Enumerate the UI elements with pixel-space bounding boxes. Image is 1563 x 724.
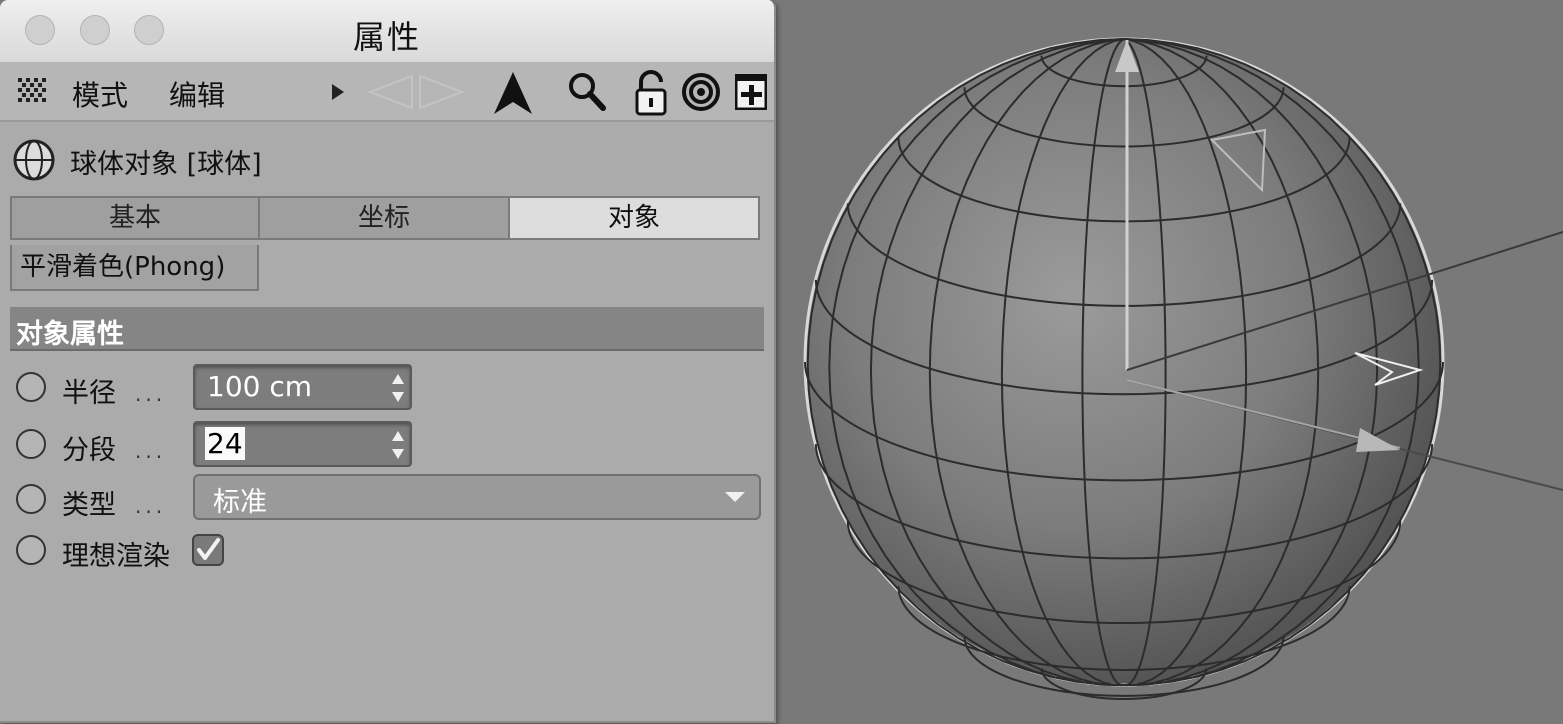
radius-label: 半径 [62, 378, 116, 409]
window-titlebar[interactable]: 属性 [0, 0, 774, 63]
segments-value: 24 [205, 427, 245, 460]
menu-mode[interactable]: 模式 [72, 74, 128, 114]
cursor-arrow-icon[interactable] [494, 72, 532, 114]
segments-animate-radio[interactable] [16, 429, 46, 459]
type-label: 类型 [62, 490, 116, 521]
target-icon[interactable] [681, 72, 721, 112]
triangle-right-icon[interactable] [332, 84, 344, 100]
sphere-object-icon [13, 139, 55, 181]
attributes-menubar: 模式 编辑 [0, 62, 774, 122]
segments-dots: ... [135, 439, 167, 463]
render-perfect-animate-radio[interactable] [16, 535, 46, 565]
section-title: 对象属性 [16, 319, 124, 350]
lock-open-icon[interactable] [633, 70, 671, 116]
tab-coordinates[interactable]: 坐标 [258, 196, 510, 240]
radius-stepper-icon[interactable] [392, 374, 404, 402]
grip-icon[interactable] [18, 78, 48, 104]
segments-input[interactable]: 24 [193, 421, 412, 467]
type-select[interactable]: 标准 [193, 474, 761, 520]
object-title: 球体对象 [球体] [70, 149, 262, 180]
nav-arrows-icon[interactable] [368, 74, 464, 110]
segments-label: 分段 [62, 435, 116, 466]
attributes-panel: 属性 模式 编辑 球体对象 [球体] 基本 坐标 对象 平滑着色(Phong) … [0, 0, 776, 723]
tab-basic[interactable]: 基本 [10, 196, 260, 240]
segments-stepper-icon[interactable] [392, 431, 404, 459]
type-dots: ... [135, 494, 167, 518]
checkmark-icon [197, 538, 220, 560]
type-row: 类型 ... 标准 [0, 472, 774, 522]
radius-animate-radio[interactable] [16, 372, 46, 402]
search-icon[interactable] [568, 72, 606, 112]
type-animate-radio[interactable] [16, 484, 46, 514]
tab-phong-shading[interactable]: 平滑着色(Phong) [10, 245, 259, 291]
object-properties-header: 对象属性 [10, 307, 764, 351]
chevron-down-icon [725, 492, 745, 502]
render-perfect-row: 理想渲染 [0, 524, 774, 574]
new-panel-icon[interactable] [735, 74, 767, 110]
segments-row: 分段 ... 24 [0, 419, 774, 469]
window-title: 属性 [352, 18, 421, 56]
radius-dots: ... [135, 382, 167, 406]
sphere-object[interactable] [803, 37, 1445, 700]
radius-input[interactable]: 100 cm [193, 364, 412, 410]
radius-value: 100 cm [207, 370, 313, 403]
render-perfect-label: 理想渲染 [62, 541, 170, 572]
menu-edit[interactable]: 编辑 [169, 74, 225, 114]
radius-row: 半径 ... 100 cm [0, 362, 774, 412]
tab-object[interactable]: 对象 [508, 196, 760, 240]
render-perfect-checkbox[interactable] [192, 534, 224, 566]
type-value: 标准 [213, 487, 267, 518]
